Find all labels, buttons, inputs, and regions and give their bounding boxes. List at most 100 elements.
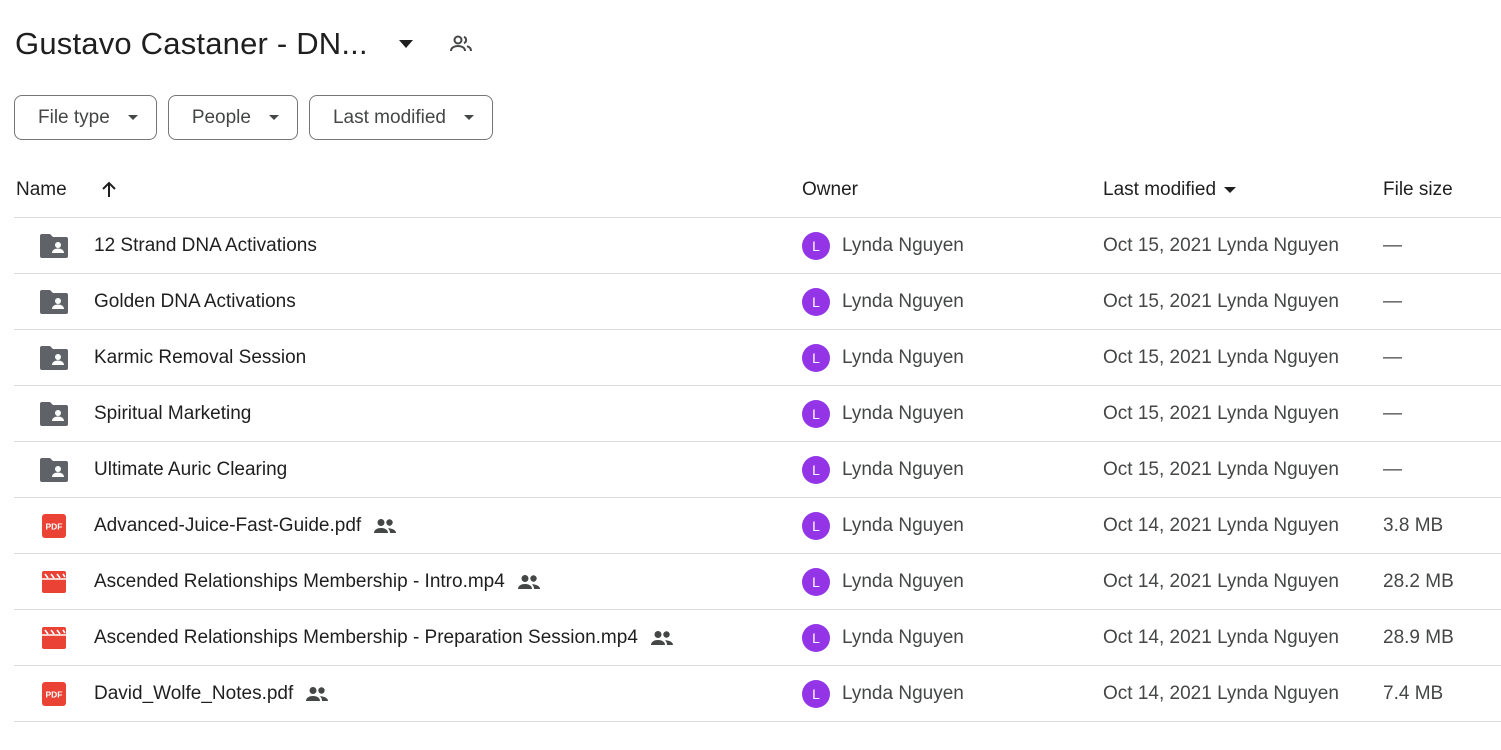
folder-header: Gustavo Castaner - DN...	[15, 22, 474, 66]
last-modified-cell: Oct 14, 2021 Lynda Nguyen	[1103, 627, 1339, 648]
file-name-cell[interactable]: David_Wolfe_Notes.pdf	[94, 666, 329, 722]
owner-name: Lynda Nguyen	[842, 459, 964, 480]
owner-name: Lynda Nguyen	[842, 683, 964, 704]
last-modified-cell: Oct 14, 2021 Lynda Nguyen	[1103, 571, 1339, 592]
shared-folder-icon	[39, 386, 69, 442]
file-name-cell[interactable]: Karmic Removal Session	[94, 330, 306, 386]
file-size-cell: —	[1383, 459, 1402, 480]
table-row[interactable]: Spiritual Marketing L Lynda Nguyen Oct 15, …	[14, 386, 1501, 442]
pdf-icon: PDF	[39, 666, 69, 722]
column-owner[interactable]: Owner	[802, 162, 858, 218]
chevron-down-icon	[268, 115, 279, 120]
owner-cell: L Lynda Nguyen	[802, 274, 964, 330]
file-name-cell[interactable]: Advanced-Juice-Fast-Guide.pdf	[94, 498, 397, 554]
file-name-cell[interactable]: Ascended Relationships Membership - Prep…	[94, 610, 674, 666]
file-name-cell[interactable]: Ultimate Auric Clearing	[94, 442, 287, 498]
chevron-down-icon	[464, 115, 474, 120]
file-name: 12 Strand DNA Activations	[94, 235, 317, 256]
svg-text:PDF: PDF	[46, 690, 63, 700]
table-row[interactable]: Ascended Relationships Membership - Intr…	[14, 554, 1501, 610]
file-name-cell[interactable]: Spiritual Marketing	[94, 386, 251, 442]
owner-cell: L Lynda Nguyen	[802, 218, 964, 274]
last-modified-cell: Oct 15, 2021 Lynda Nguyen	[1103, 235, 1339, 256]
table-row[interactable]: PDF Advanced-Juice-Fast-Guide.pdf L Lynda N…	[14, 498, 1501, 554]
file-size-cell: 7.4 MB	[1383, 683, 1444, 704]
last-modified-cell: Oct 14, 2021 Lynda Nguyen	[1103, 515, 1339, 536]
last-modified-cell: Oct 15, 2021 Lynda Nguyen	[1103, 291, 1339, 312]
chevron-down-icon	[127, 115, 138, 120]
owner-name: Lynda Nguyen	[842, 291, 964, 312]
file-size-cell: —	[1383, 235, 1402, 256]
sort-up-arrow-icon[interactable]	[100, 162, 118, 218]
owner-cell: L Lynda Nguyen	[802, 330, 964, 386]
file-name: Ascended Relationships Membership - Intr…	[94, 571, 505, 592]
file-name: Advanced-Juice-Fast-Guide.pdf	[94, 515, 362, 536]
avatar: L	[802, 624, 830, 652]
sort-down-caret-icon	[1224, 187, 1237, 193]
avatar: L	[802, 232, 830, 260]
column-name[interactable]: Name	[16, 162, 67, 218]
people-icon	[373, 518, 397, 534]
file-name: Ultimate Auric Clearing	[94, 459, 288, 480]
file-name: Spiritual Marketing	[94, 403, 252, 424]
pdf-icon: PDF	[39, 498, 69, 554]
file-list: 12 Strand DNA Activations L Lynda Nguyen Oc…	[14, 218, 1501, 722]
file-name: Ascended Relationships Membership - Prep…	[94, 627, 638, 648]
owner-name: Lynda Nguyen	[842, 403, 964, 424]
filter-label: File type	[38, 106, 110, 128]
file-size-cell: 28.2 MB	[1383, 571, 1454, 592]
table-row[interactable]: PDF David_Wolfe_Notes.pdf L Lynda Nguyen Oct…	[14, 666, 1501, 722]
people-filter[interactable]: People	[167, 95, 298, 140]
file-size-cell: —	[1383, 347, 1402, 368]
page-title[interactable]: Gustavo Castaner - DN...	[15, 26, 368, 62]
shared-folder-icon	[39, 442, 69, 498]
avatar: L	[802, 512, 830, 540]
owner-cell: L Lynda Nguyen	[802, 386, 964, 442]
shared-folder-icon	[39, 330, 69, 386]
owner-name: Lynda Nguyen	[842, 571, 964, 592]
people-icon	[517, 574, 541, 590]
table-row[interactable]: 12 Strand DNA Activations L Lynda Nguyen Oc…	[14, 218, 1501, 274]
owner-name: Lynda Nguyen	[842, 515, 964, 536]
file-name: David_Wolfe_Notes.pdf	[94, 683, 294, 704]
file-type-filter[interactable]: File type	[14, 95, 157, 140]
column-last-modified[interactable]: Last modified	[1103, 162, 1237, 218]
file-size-cell: 3.8 MB	[1383, 515, 1444, 536]
avatar: L	[802, 344, 830, 372]
owner-name: Lynda Nguyen	[842, 627, 964, 648]
avatar: L	[802, 680, 830, 708]
avatar: L	[802, 568, 830, 596]
table-row[interactable]: Ultimate Auric Clearing L Lynda Nguyen Oct …	[14, 442, 1501, 498]
file-size-cell: 28.9 MB	[1383, 627, 1454, 648]
file-size-cell: —	[1383, 291, 1402, 312]
filter-label: Last modified	[332, 106, 446, 128]
table-row[interactable]: Ascended Relationships Membership - Prep…	[14, 610, 1501, 666]
file-name-cell[interactable]: Golden DNA Activations	[94, 274, 296, 330]
last-modified-filter[interactable]: Last modified	[308, 95, 493, 140]
last-modified-cell: Oct 15, 2021 Lynda Nguyen	[1103, 403, 1339, 424]
svg-text:PDF: PDF	[46, 522, 63, 532]
video-icon	[39, 610, 69, 666]
column-file-size[interactable]: File size	[1383, 162, 1453, 218]
file-name: Karmic Removal Session	[94, 347, 307, 368]
table-header: Name Owner Last modified File size	[14, 162, 1501, 218]
column-last-modified-label: Last modified	[1103, 179, 1217, 200]
arrow-drop-down-icon[interactable]	[394, 32, 418, 56]
owner-name: Lynda Nguyen	[842, 235, 964, 256]
file-name-cell[interactable]: 12 Strand DNA Activations	[94, 218, 317, 274]
table-row[interactable]: Karmic Removal Session L Lynda Nguyen Oct 1…	[14, 330, 1501, 386]
people-icon	[650, 630, 674, 646]
owner-cell: L Lynda Nguyen	[802, 666, 964, 722]
file-size-cell: —	[1383, 403, 1402, 424]
last-modified-cell: Oct 15, 2021 Lynda Nguyen	[1103, 347, 1339, 368]
owner-cell: L Lynda Nguyen	[802, 498, 964, 554]
shared-folder-icon	[39, 274, 69, 330]
owner-name: Lynda Nguyen	[842, 347, 964, 368]
people-icon[interactable]	[448, 31, 474, 57]
filter-chips: File type People Last modified	[14, 95, 493, 140]
owner-cell: L Lynda Nguyen	[802, 554, 964, 610]
file-name-cell[interactable]: Ascended Relationships Membership - Intr…	[94, 554, 541, 610]
people-icon	[305, 686, 329, 702]
table-row[interactable]: Golden DNA Activations L Lynda Nguyen Oct 1…	[14, 274, 1501, 330]
last-modified-cell: Oct 15, 2021 Lynda Nguyen	[1103, 459, 1339, 480]
